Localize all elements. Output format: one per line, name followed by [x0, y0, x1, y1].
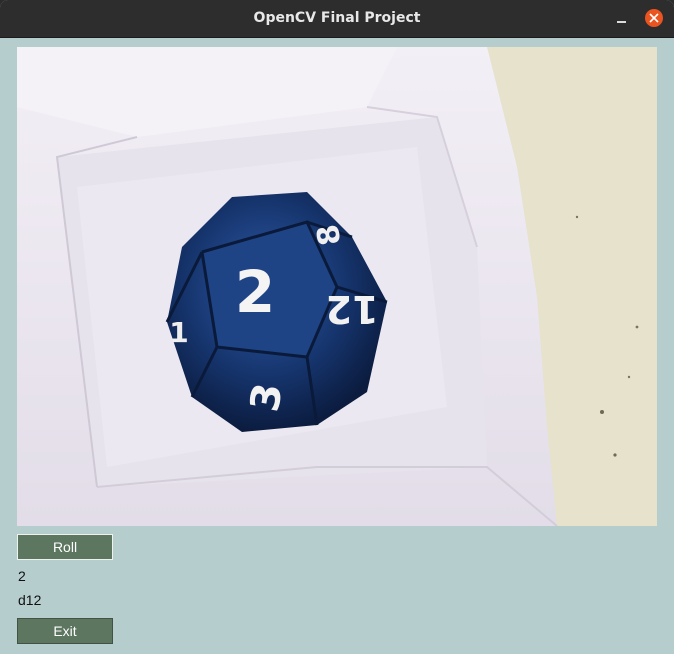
minimize-button[interactable]	[612, 8, 632, 28]
die-face-left: 1	[169, 316, 188, 349]
die-face-right: 12	[326, 287, 379, 331]
title-bar[interactable]: OpenCV Final Project	[0, 0, 674, 38]
app-window: OpenCV Final Project 2 12 3 8 1 Roll 2 d…	[0, 0, 674, 654]
camera-image: 2 12 3 8 1	[17, 47, 657, 526]
die-type-label: d12	[18, 592, 42, 608]
roll-result: 2	[18, 568, 26, 584]
camera-frame: 2 12 3 8 1	[17, 47, 657, 526]
window-title: OpenCV Final Project	[253, 10, 421, 26]
die-face-main: 2	[235, 258, 275, 326]
minimize-icon	[617, 21, 626, 23]
exit-button[interactable]: Exit	[17, 618, 113, 644]
roll-button[interactable]: Roll	[17, 534, 113, 560]
close-button[interactable]	[645, 9, 663, 27]
close-icon	[649, 13, 659, 23]
